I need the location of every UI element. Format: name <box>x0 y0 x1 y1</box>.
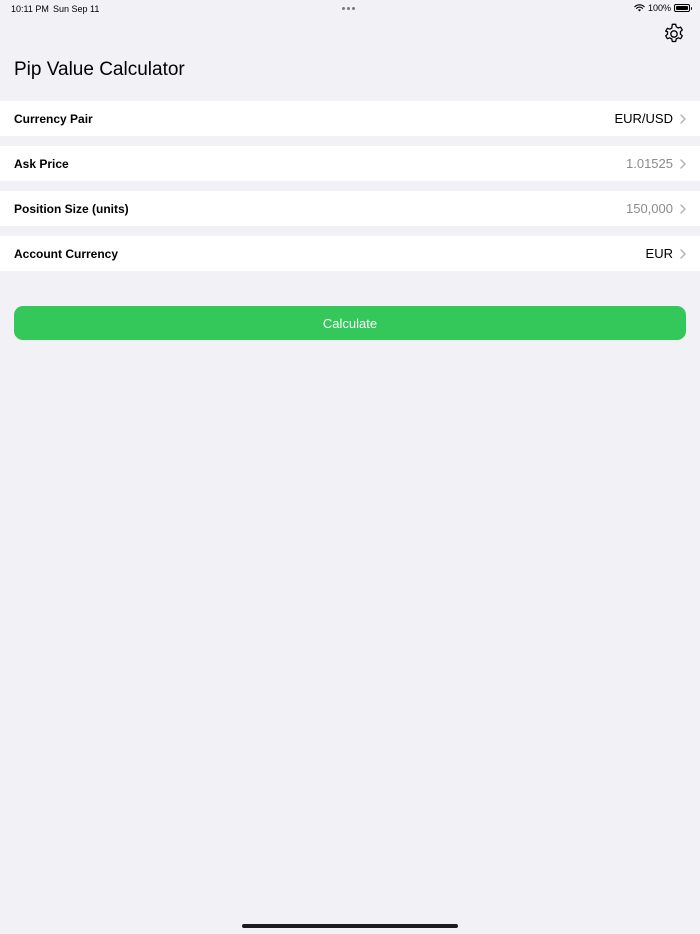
home-indicator[interactable] <box>242 924 458 928</box>
position-size-value: 150,000 <box>626 201 673 216</box>
currency-pair-label: Currency Pair <box>14 111 93 126</box>
ask-price-row[interactable]: Ask Price 1.01525 <box>0 146 700 181</box>
currency-pair-value: EUR/USD <box>614 111 673 126</box>
status-date: Sun Sep 11 <box>53 4 100 14</box>
chevron-right-icon <box>680 158 686 169</box>
position-size-row[interactable]: Position Size (units) 150,000 <box>0 191 700 226</box>
ask-price-label: Ask Price <box>14 156 69 171</box>
status-bar: 10:11 PM Sun Sep 11 100% <box>0 0 700 18</box>
status-indicators: 100% <box>634 3 692 13</box>
account-currency-row[interactable]: Account Currency EUR <box>0 236 700 271</box>
status-time: 10:11 PM <box>11 4 49 14</box>
calculate-button[interactable]: Calculate <box>14 306 686 340</box>
page-title: Pip Value Calculator <box>14 59 185 80</box>
currency-pair-row[interactable]: Currency Pair EUR/USD <box>0 101 700 136</box>
ask-price-value: 1.01525 <box>626 156 673 171</box>
battery-icon <box>674 4 692 12</box>
multitasking-dots-icon[interactable] <box>342 7 355 10</box>
chevron-right-icon <box>680 248 686 259</box>
gear-icon[interactable] <box>662 22 686 46</box>
position-size-label: Position Size (units) <box>14 201 129 216</box>
battery-percent: 100% <box>647 3 671 13</box>
account-currency-value: EUR <box>645 246 673 261</box>
chevron-right-icon <box>680 113 686 124</box>
account-currency-label: Account Currency <box>14 246 119 261</box>
wifi-icon <box>634 4 645 12</box>
chevron-right-icon <box>680 203 686 214</box>
